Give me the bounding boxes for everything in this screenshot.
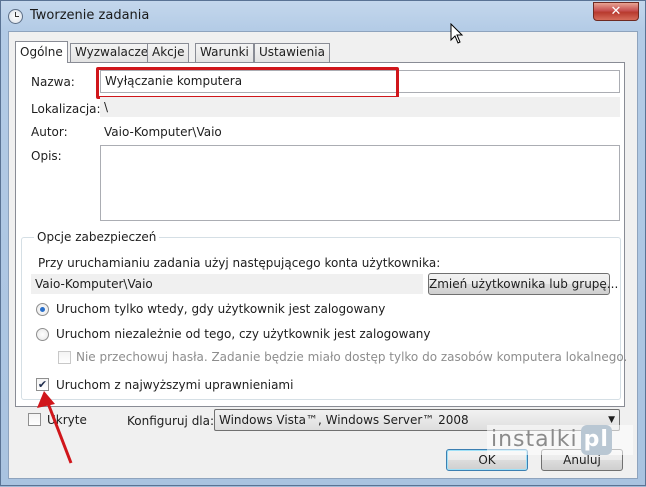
highest-privileges-label[interactable]: Uruchom z najwyższymi uprawnieniami	[56, 378, 293, 392]
radio-logged-on-label[interactable]: Uruchom tylko wtedy, gdy użytkownik jest…	[56, 302, 385, 316]
radio-logged-on[interactable]	[36, 303, 49, 316]
name-label: Nazwa:	[31, 75, 75, 89]
hidden-checkbox[interactable]	[28, 413, 41, 426]
title-bar[interactable]: Tworzenie zadania ✕	[1, 1, 645, 31]
tab-settings[interactable]: Ustawienia	[254, 43, 330, 62]
radio-any-user-label[interactable]: Uruchom niezależnie od tego, czy użytkow…	[56, 327, 431, 341]
name-highlight-annotation	[96, 67, 399, 99]
account-prompt: Przy uruchamianiu zadania użyj następują…	[38, 256, 441, 270]
watermark-suffix: pl	[580, 425, 612, 455]
clock-icon	[8, 9, 23, 24]
mouse-cursor-icon	[450, 23, 464, 44]
location-label: Lokalizacja:	[31, 102, 101, 116]
hidden-label[interactable]: Ukryte	[47, 413, 87, 427]
tab-triggers[interactable]: Wyzwalacze	[70, 43, 154, 62]
description-textarea[interactable]	[100, 145, 620, 221]
location-value: \	[100, 97, 620, 117]
no-store-password-checkbox[interactable]	[58, 351, 71, 364]
description-label: Opis:	[31, 149, 62, 163]
tab-general[interactable]: Ogólne	[15, 41, 68, 63]
configure-label: Konfiguruj dla:	[127, 414, 215, 428]
task-dialog-window: Tworzenie zadania ✕ Wyzwalacze Akcje War…	[0, 0, 646, 486]
instalki-watermark-logo: instalki pl	[487, 425, 633, 455]
author-value: Vaio-Komputer\Vaio	[104, 125, 222, 139]
account-value: Vaio-Komputer\Vaio	[31, 274, 423, 294]
tab-actions[interactable]: Akcje	[147, 43, 190, 62]
configure-dropdown-value: Windows Vista™, Windows Server™ 2008	[219, 413, 469, 427]
author-label: Autor:	[31, 125, 68, 139]
tab-conditions[interactable]: Warunki	[195, 43, 254, 62]
highest-privileges-checkbox[interactable]: ✔	[36, 378, 49, 391]
change-user-button[interactable]: Zmień użytkownika lub grupę...	[428, 273, 618, 295]
security-group-title: Opcje zabezpieczeń	[34, 230, 160, 244]
close-button[interactable]: ✕	[593, 2, 639, 21]
radio-any-user[interactable]	[36, 328, 49, 341]
window-title: Tworzenie zadania	[30, 8, 150, 23]
no-store-password-label: Nie przechowuj hasła. Zadanie będzie mia…	[76, 350, 628, 364]
watermark-text: instalki	[491, 427, 578, 452]
